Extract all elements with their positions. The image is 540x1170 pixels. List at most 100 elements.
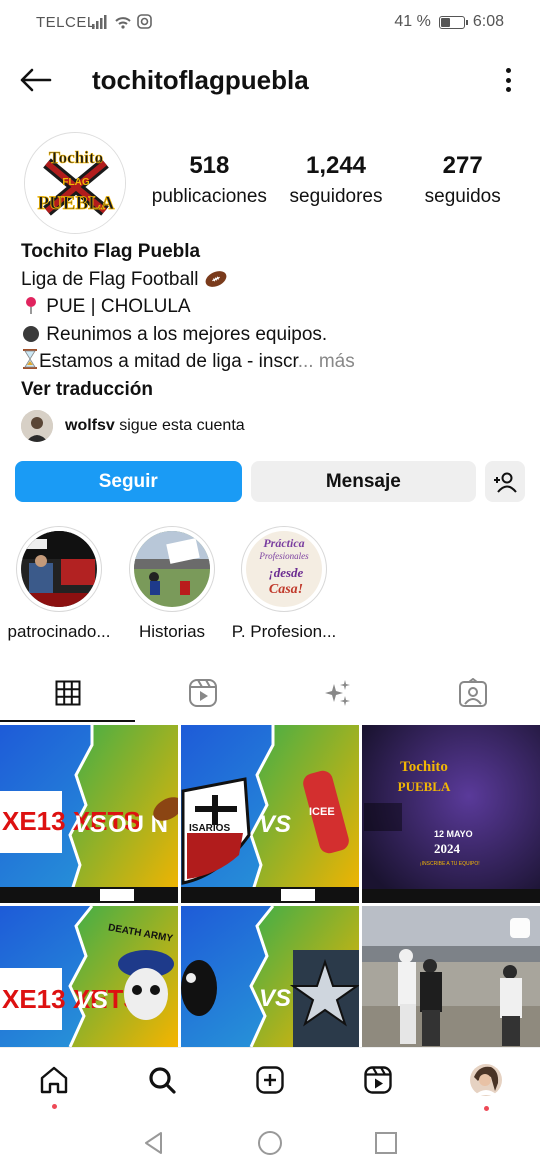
more-options-icon[interactable] [506, 68, 512, 92]
hourglass-icon [23, 349, 37, 369]
bio-text: PUE | CHOLULA [46, 296, 191, 317]
reels-icon [188, 679, 217, 707]
grid-icon [55, 680, 80, 706]
svg-text:Tochito: Tochito [49, 148, 103, 167]
profile-avatar[interactable]: Tochito FLAG PUEBLA [24, 132, 126, 234]
page-title: tochitoflagpuebla [92, 65, 309, 95]
svg-text:ISARIOS: ISARIOS [189, 823, 230, 834]
svg-text:12 MAYO: 12 MAYO [434, 829, 473, 839]
highlight-cover [134, 531, 210, 607]
profile-header: tochitoflagpuebla [0, 52, 540, 108]
highlight-stories[interactable]: Historias [112, 526, 232, 642]
highlight-cover [21, 531, 97, 607]
tab-posts[interactable] [0, 664, 135, 722]
tab-reels[interactable] [135, 664, 270, 722]
svg-text:¡INSCRIBE A TU EQUIPO!: ¡INSCRIBE A TU EQUIPO! [420, 861, 480, 867]
svg-text:2024: 2024 [434, 841, 461, 856]
svg-text:Casa!: Casa! [269, 582, 303, 597]
svg-text:PUEBLA: PUEBLA [398, 779, 451, 794]
suggest-people-button[interactable] [485, 461, 526, 502]
stat-value: 1,244 [305, 152, 367, 179]
nav-reels[interactable] [324, 1065, 432, 1095]
svg-text:PUEBLA: PUEBLA [37, 193, 114, 214]
league-logo: Tochito FLAG PUEBLA [25, 133, 125, 233]
stat-label: seguidos [424, 186, 501, 207]
bio-line: PUE | CHOLULA [21, 293, 521, 321]
system-navigation [0, 1115, 540, 1170]
svg-text:XE13 XETS: XE13 XETS [2, 984, 141, 1014]
follow-button[interactable]: Seguir [15, 461, 242, 502]
nav-create[interactable] [216, 1065, 324, 1095]
system-home-icon[interactable] [257, 1130, 283, 1156]
status-bar: TELCEL 41 % 6:08 [0, 0, 540, 44]
clock: 6:08 [472, 13, 504, 30]
nav-profile[interactable] [432, 1063, 540, 1111]
highlight-label: patrocinado... [7, 622, 111, 641]
carousel-icon [510, 918, 530, 938]
svg-text:Tochito: Tochito [400, 759, 448, 775]
svg-text:VS: VS [74, 811, 106, 838]
system-recents-icon[interactable] [373, 1130, 399, 1156]
system-back-icon[interactable] [141, 1130, 167, 1156]
translate-link[interactable]: Ver traducción [21, 376, 521, 404]
more-link[interactable]: ... más [298, 351, 355, 372]
post-thumbnail[interactable]: XE13 XETS VS DEATH ARMY [0, 906, 178, 1047]
highlight-sponsors[interactable]: patrocinado... [0, 526, 119, 642]
stat-following[interactable]: 277 seguidos [399, 152, 526, 208]
highlight-practices[interactable]: Práctica Profesionales ¡desde Casa! P. P… [224, 526, 344, 642]
profile-avatar-icon [470, 1063, 502, 1096]
profile-stats: 518 publicaciones 1,244 seguidores 277 s… [146, 152, 526, 208]
profile-bio: Tochito Flag Puebla Liga de Flag Footbal… [21, 238, 521, 403]
tab-effects[interactable] [270, 664, 405, 722]
story-highlights: patrocinado... Historias Práctica Profes… [0, 526, 540, 646]
nav-search[interactable] [108, 1065, 216, 1095]
bio-line: Estamos a mitad de liga - inscr... más [21, 348, 521, 376]
bio-text: Liga de Flag Football [21, 268, 199, 290]
location-pin-icon [26, 297, 36, 314]
add-person-icon [494, 472, 517, 493]
highlight-cover: Práctica Profesionales ¡desde Casa! [246, 531, 322, 607]
notification-dot [51, 1103, 57, 1109]
tagged-icon [458, 678, 487, 707]
profile-actions: Seguir Mensaje [15, 461, 526, 502]
posts-grid: XE13 XETS VS OU N ISARIOS VS ICEE Tochit… [0, 725, 540, 1047]
stat-followers[interactable]: 1,244 seguidores [273, 152, 400, 208]
post-thumbnail[interactable]: Tochito PUEBLA 12 MAYO 2024 ¡INSCRIBE A … [362, 725, 540, 903]
notification-dot [483, 1105, 489, 1111]
stat-label: seguidores [289, 186, 383, 207]
followed-by[interactable]: wolfsv sigue esta cuenta [21, 410, 245, 442]
bottom-navigation [0, 1047, 540, 1111]
tab-tagged[interactable] [405, 664, 540, 722]
stat-value: 277 [442, 152, 483, 179]
back-arrow-icon[interactable] [18, 64, 54, 96]
highlight-label: Historias [138, 622, 206, 641]
create-post-icon [256, 1065, 284, 1094]
svg-text:¡desde: ¡desde [269, 565, 304, 580]
bio-line: Liga de Flag Football [21, 266, 521, 294]
follower-avatar [21, 410, 53, 442]
stat-label: publicaciones [151, 186, 267, 207]
stat-posts[interactable]: 518 publicaciones [146, 152, 273, 208]
carrier-label: TELCEL [36, 14, 96, 31]
reels-icon [364, 1065, 392, 1094]
sparkles-icon [324, 680, 350, 706]
nav-home[interactable] [0, 1065, 108, 1109]
svg-text:Profesionales: Profesionales [258, 551, 309, 561]
svg-text:ICEE: ICEE [309, 806, 335, 818]
post-thumbnail[interactable]: XE13 XETS VS OU N [0, 725, 178, 903]
battery-percent: 41 % [394, 13, 431, 30]
bio-text: Estamos a mitad de liga - inscr [39, 351, 298, 372]
svg-text:FLAG: FLAG [62, 177, 89, 188]
profile-name: Tochito Flag Puebla [21, 241, 201, 262]
black-circle-icon [23, 325, 39, 342]
post-thumbnail[interactable]: ISARIOS VS ICEE [181, 725, 359, 903]
message-button[interactable]: Mensaje [250, 461, 477, 502]
svg-text:VS: VS [259, 985, 291, 1012]
home-icon [40, 1066, 68, 1093]
svg-text:Práctica: Práctica [263, 536, 304, 550]
search-icon [149, 1066, 176, 1094]
post-thumbnail[interactable] [362, 906, 540, 1047]
content-tabs [0, 664, 540, 722]
post-thumbnail[interactable]: VS [181, 906, 359, 1047]
signal-wifi-icons [92, 14, 152, 29]
